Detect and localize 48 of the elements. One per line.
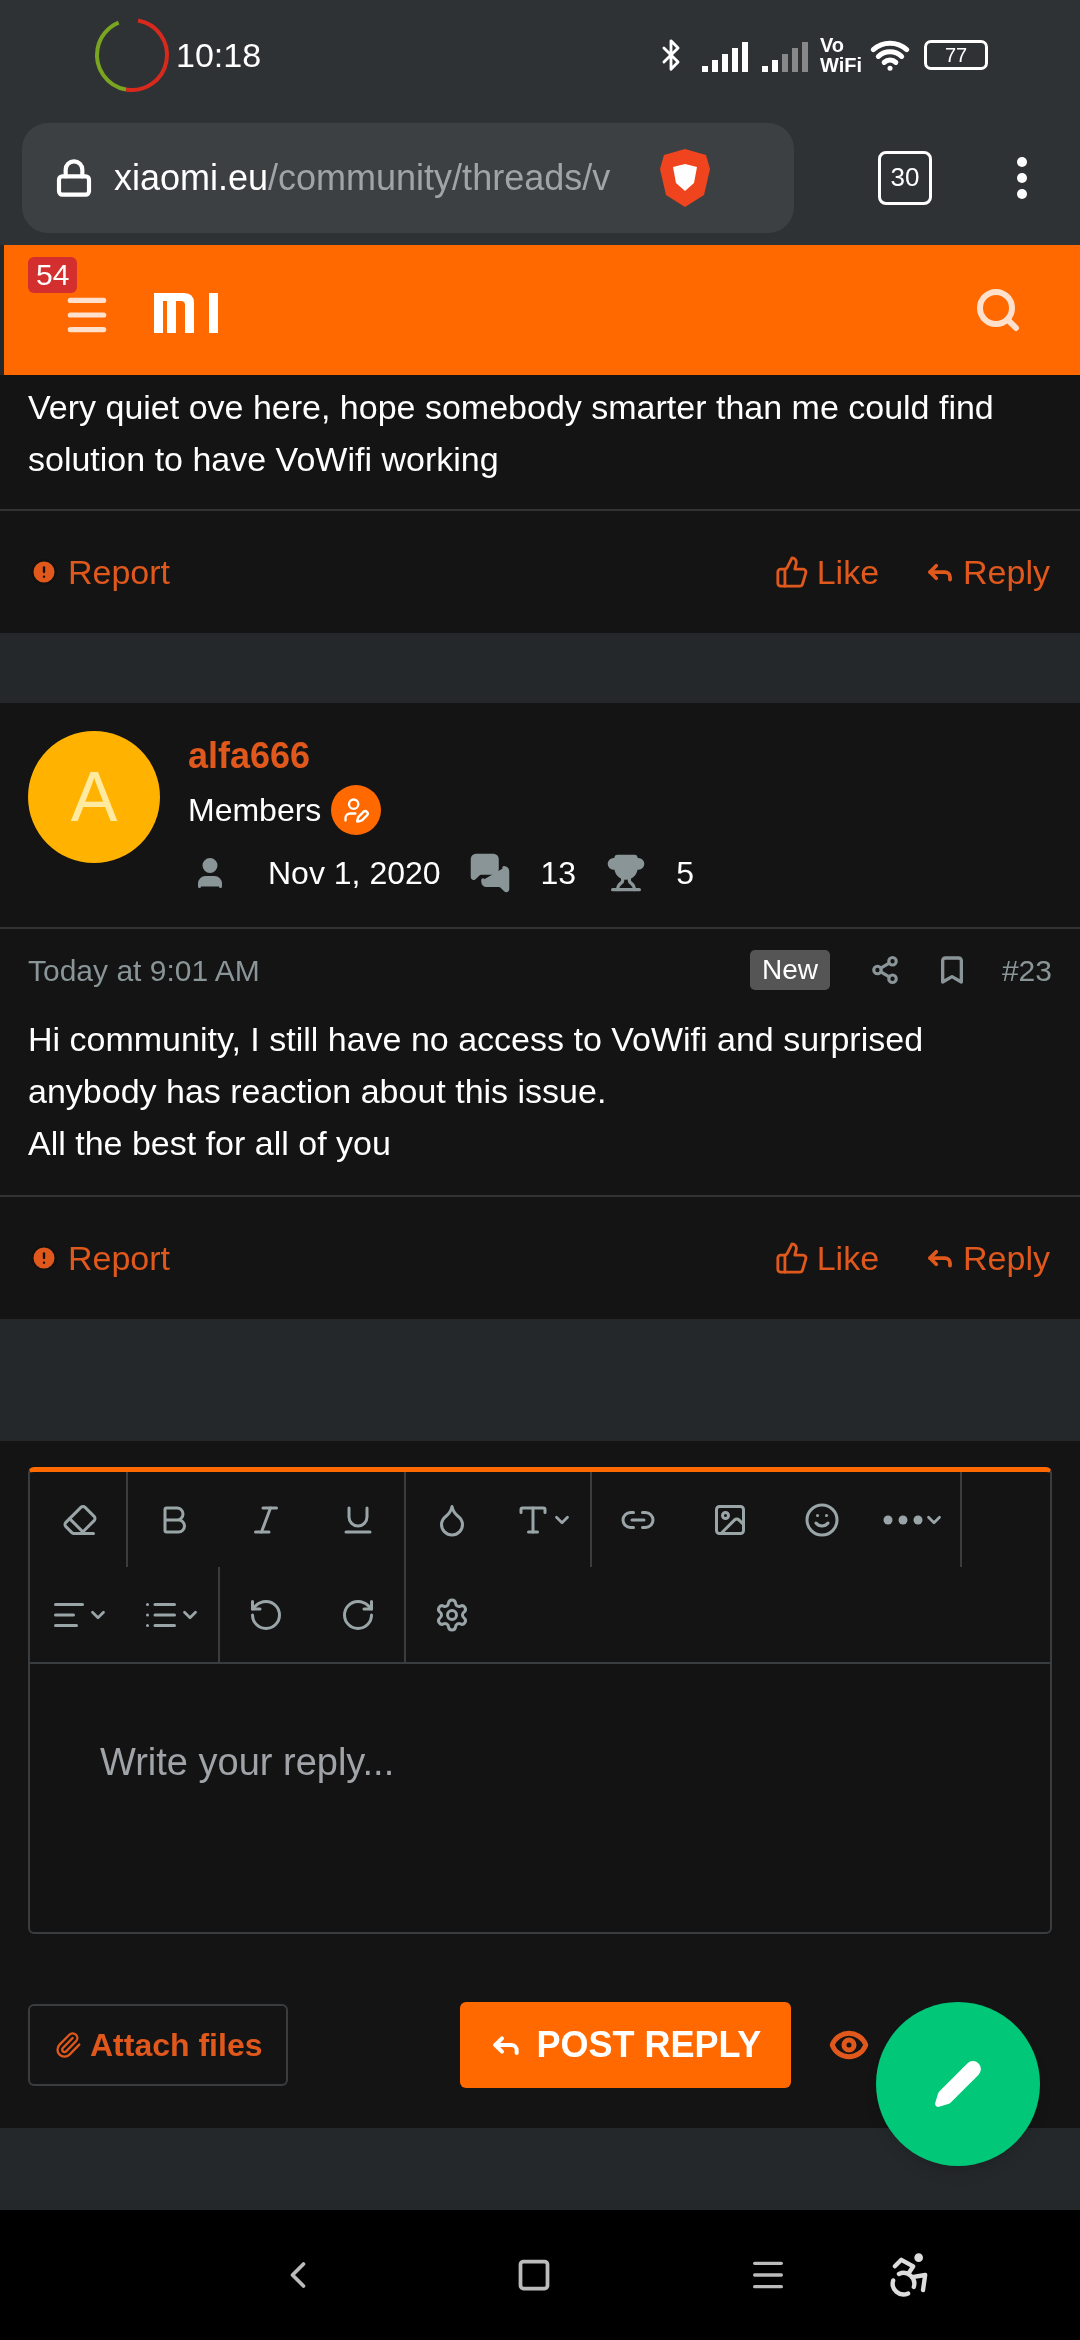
- post-reply-button[interactable]: POST REPLY: [460, 2002, 792, 2088]
- smiley-icon: [804, 1501, 840, 1538]
- reply-link[interactable]: Reply: [925, 1232, 1050, 1284]
- clock: 10:18: [176, 34, 262, 76]
- home-button[interactable]: [516, 2257, 552, 2293]
- menu-icon: [1016, 155, 1028, 200]
- attach-files-button[interactable]: Attach files: [28, 2004, 289, 2086]
- address-bar[interactable]: xiaomi.eu/community/threads/v: [22, 122, 794, 233]
- warning-icon: [30, 558, 58, 586]
- like-link[interactable]: Like: [774, 1232, 880, 1284]
- paperclip-icon: [54, 2031, 82, 2059]
- post-text: All the best for all of you: [28, 1123, 392, 1164]
- reply-link[interactable]: Reply: [925, 546, 1050, 598]
- thumbs-up-icon: [774, 1241, 809, 1275]
- warning-icon: [30, 1244, 58, 1272]
- member-badge-icon: [331, 785, 382, 835]
- post-number[interactable]: #23: [1001, 947, 1052, 993]
- trophy-icon: [606, 853, 647, 893]
- avatar: A: [28, 731, 160, 863]
- thumbs-up-icon: [774, 555, 809, 589]
- settings-icon: [434, 1596, 470, 1633]
- pencil-icon: [933, 2059, 983, 2109]
- reply-field[interactable]: Write your reply...: [28, 1662, 1052, 1934]
- menu-button[interactable]: [1016, 155, 1028, 200]
- author-name[interactable]: alfa666: [188, 731, 694, 781]
- share-icon[interactable]: [869, 955, 900, 985]
- vowifi-label: Vo WiFi: [819, 35, 862, 75]
- points-count: 5: [676, 854, 694, 893]
- message-count: 13: [540, 854, 577, 893]
- lock-icon: [54, 157, 94, 198]
- post-text: Hi community, I still have no access to VoWifi and surprised anybody has reaction about this issue.: [28, 1019, 925, 1112]
- messages-icon: [468, 852, 511, 894]
- join-date: Nov 1, 2020: [268, 854, 441, 893]
- report-link[interactable]: Report: [30, 546, 171, 598]
- lion-shield-icon: [658, 146, 712, 209]
- new-badge: New: [749, 950, 830, 990]
- tab-count-button[interactable]: 30: [878, 150, 932, 205]
- post-time[interactable]: Today at 9:01 AM: [28, 947, 260, 993]
- user-role: Members: [188, 791, 322, 830]
- notification-badge: 54: [28, 257, 78, 293]
- square-icon: [516, 2257, 552, 2293]
- battery-indicator: 77: [924, 40, 988, 70]
- report-link[interactable]: Report: [30, 1232, 171, 1284]
- post-text: Very quiet ove here, hope somebody smarter than me could find solution to have VoWifi working: [27, 387, 995, 480]
- more-icon: [883, 1514, 923, 1525]
- url-text: xiaomi.eu/community/threads/v: [114, 155, 612, 200]
- like-link[interactable]: Like: [774, 546, 880, 598]
- search-icon: [974, 286, 1022, 334]
